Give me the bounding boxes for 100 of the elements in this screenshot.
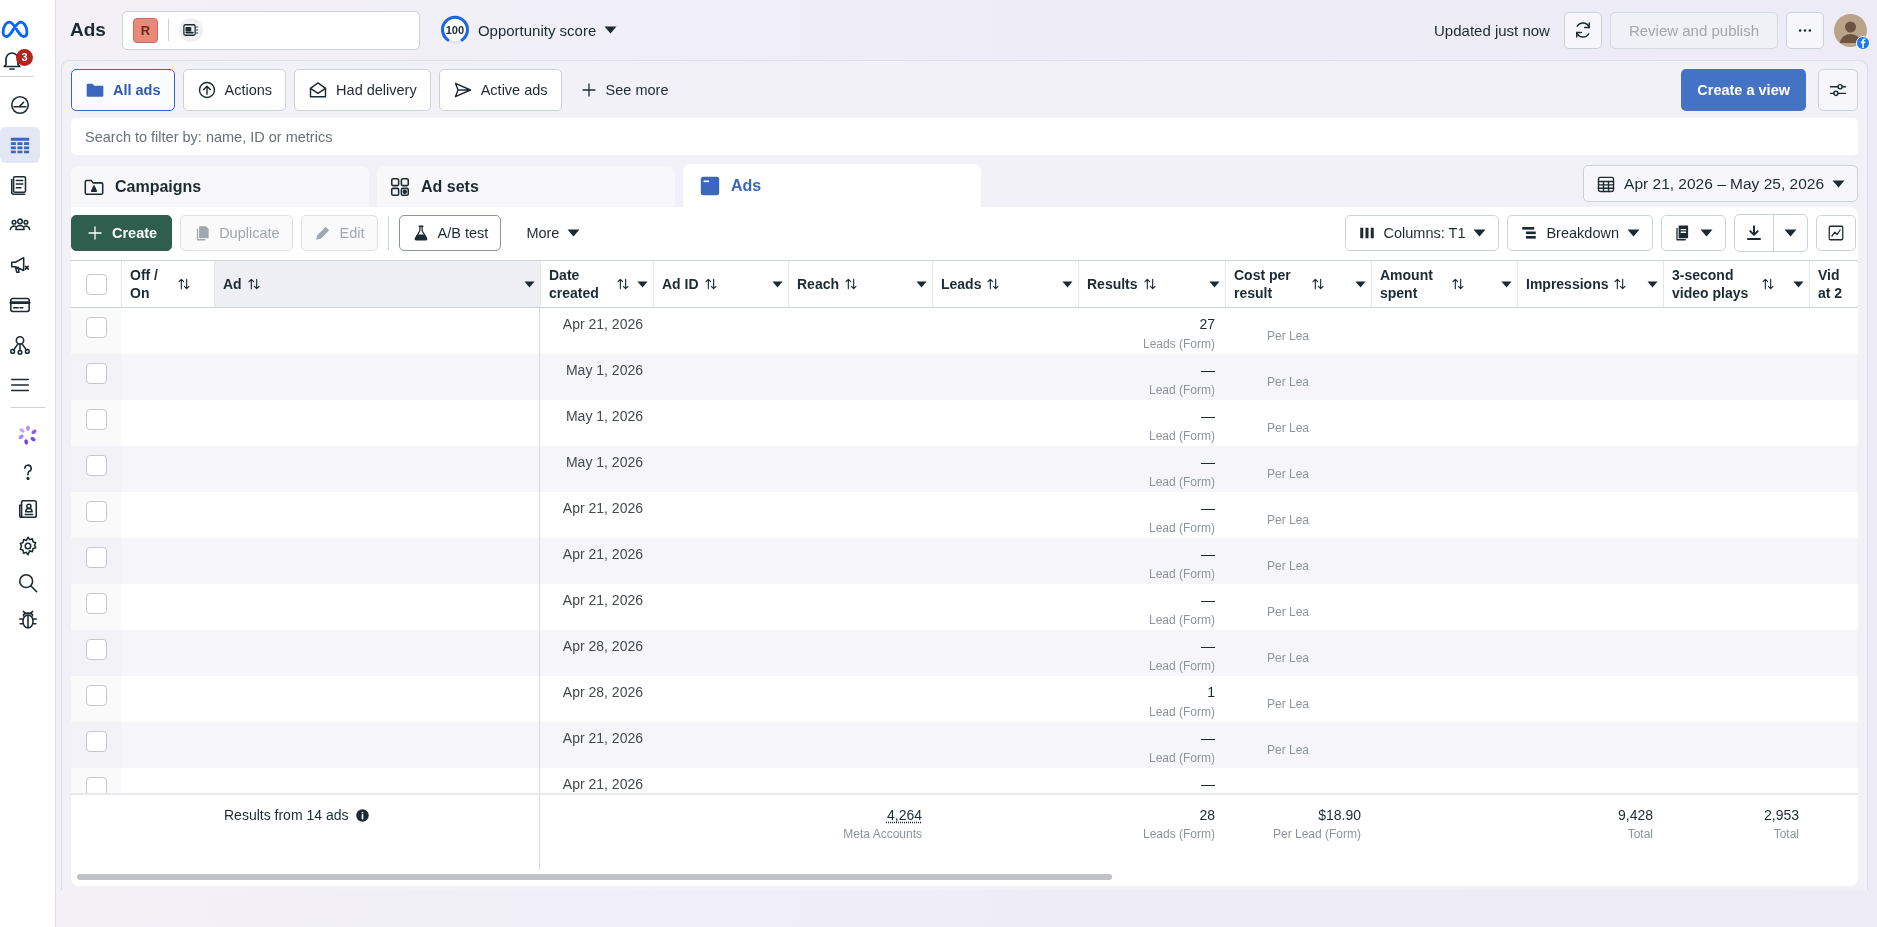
- impressions-total: 9,428: [1616, 807, 1653, 824]
- page-title: Ads: [70, 19, 106, 41]
- column-header[interactable]: Leads: [932, 261, 1078, 307]
- date-created: May 1, 2026: [565, 362, 643, 378]
- date-created: Apr 21, 2026: [562, 500, 643, 516]
- column-header[interactable]: Vid at 2: [1809, 261, 1855, 307]
- table-row[interactable]: Apr 21, 2026 — Lead (Form) Per Lea: [71, 538, 1858, 584]
- sort-icon: [843, 276, 860, 292]
- cost-note: Per Lea: [1266, 651, 1311, 665]
- create-view-button[interactable]: Create a view: [1681, 69, 1806, 111]
- caret-icon: [1501, 280, 1512, 288]
- cost-note: Per Lea: [1266, 375, 1311, 389]
- paper-plane-icon: [452, 80, 473, 100]
- more-icon: [1798, 28, 1812, 32]
- date-created: Apr 28, 2026: [562, 684, 643, 700]
- level-tab[interactable]: Ad sets: [377, 166, 675, 207]
- column-header[interactable]: Results: [1078, 261, 1225, 307]
- create-button[interactable]: Create: [71, 215, 173, 251]
- cost-note: Per Lea: [1266, 329, 1311, 343]
- caret-icon: [1473, 229, 1487, 237]
- column-header[interactable]: Ad ID: [653, 261, 788, 307]
- row-checkbox[interactable]: [85, 685, 107, 706]
- view-chip[interactable]: Had delivery: [294, 69, 431, 111]
- date-created: May 1, 2026: [565, 454, 643, 470]
- row-checkbox[interactable]: [85, 363, 107, 384]
- table-row[interactable]: Apr 21, 2026 — Lead (Form) Per Lea: [71, 722, 1858, 768]
- row-checkbox[interactable]: [85, 409, 107, 430]
- refresh-button[interactable]: [1563, 11, 1602, 49]
- cost-note: Per Lea: [1266, 697, 1311, 711]
- pencil-icon: [313, 224, 332, 242]
- level-tab[interactable]: Campaigns: [71, 166, 369, 207]
- cost-note: Per Lea: [1266, 467, 1311, 481]
- column-header[interactable]: Impressions: [1517, 261, 1663, 307]
- column-header[interactable]: Ad: [214, 261, 540, 307]
- ab-test-button[interactable]: A/B test: [398, 215, 502, 251]
- results-total-note: Leads (Form): [1141, 827, 1215, 842]
- date-created: Apr 21, 2026: [562, 316, 643, 332]
- table-row[interactable]: May 1, 2026 — Lead (Form) Per Lea: [71, 354, 1858, 400]
- megaphone-icon: [9, 254, 31, 276]
- update-status: Updated just now: [1434, 21, 1550, 39]
- network-icon: [9, 334, 31, 356]
- caret-icon: [1700, 229, 1713, 237]
- horizontal-scrollbar[interactable]: [77, 874, 1112, 881]
- column-header[interactable]: Amount spent: [1371, 261, 1517, 307]
- view-chip[interactable]: All ads: [71, 69, 175, 111]
- sort-icon: [176, 276, 192, 292]
- view-settings-button[interactable]: [1818, 69, 1858, 111]
- row-checkbox[interactable]: [85, 731, 107, 752]
- sort-icon: [1450, 276, 1466, 292]
- cost-note: Per Lea: [1266, 513, 1311, 527]
- dashboard-icon: [9, 94, 31, 116]
- sort-icon: [702, 276, 719, 292]
- search-icon: [16, 572, 39, 594]
- envelope-icon: [308, 80, 329, 100]
- reports-button[interactable]: [1661, 215, 1726, 251]
- column-header[interactable]: Date created: [540, 261, 653, 307]
- row-checkbox[interactable]: [85, 455, 107, 476]
- more-dropdown[interactable]: More: [513, 215, 594, 251]
- caret-icon: [1784, 229, 1797, 237]
- date-created: Apr 28, 2026: [562, 638, 643, 654]
- table-row[interactable]: Apr 21, 2026 —: [71, 768, 1858, 794]
- row-checkbox[interactable]: [85, 501, 107, 522]
- date-created: Apr 21, 2026: [562, 776, 643, 792]
- result-type: Lead (Form): [1147, 475, 1215, 489]
- row-checkbox[interactable]: [85, 317, 107, 338]
- table-row[interactable]: May 1, 2026 — Lead (Form) Per Lea: [71, 446, 1858, 492]
- date-created: Apr 21, 2026: [562, 592, 643, 608]
- reach-total-note: Meta Accounts: [842, 827, 922, 842]
- date-range-button[interactable]: Apr 21, 2026 – May 25, 2026: [1583, 165, 1858, 202]
- view-chip[interactable]: Active ads: [438, 69, 562, 111]
- search-field[interactable]: Search to filter by: name, ID or metrics: [71, 118, 1858, 155]
- select-all-checkbox[interactable]: [85, 273, 107, 295]
- results-value: —: [1200, 362, 1215, 379]
- results-total: 28: [1198, 807, 1215, 824]
- caret-icon: [1355, 280, 1366, 288]
- table-row[interactable]: Apr 28, 2026 — Lead (Form) Per Lea: [71, 630, 1858, 676]
- row-checkbox[interactable]: [85, 547, 107, 568]
- caret-icon: [524, 280, 535, 288]
- chart-button[interactable]: [1816, 215, 1856, 251]
- results-value: —: [1200, 776, 1215, 793]
- caret-icon: [916, 280, 927, 288]
- table-button[interactable]: [0, 127, 40, 163]
- view-chip[interactable]: Actions: [182, 69, 287, 111]
- row-checkbox[interactable]: [85, 639, 107, 660]
- column-header[interactable]: Cost per result: [1225, 261, 1371, 307]
- level-tab[interactable]: Ads: [683, 164, 981, 207]
- see-more-button[interactable]: See more: [569, 81, 679, 99]
- chart-icon: [1827, 224, 1845, 242]
- row-checkbox[interactable]: [85, 593, 107, 614]
- sort-icon: [615, 276, 631, 292]
- results-value: 1: [1206, 684, 1215, 701]
- columns-button[interactable]: Columns: T1: [1344, 215, 1500, 251]
- opportunity-score-dropdown[interactable]: Opportunity score: [477, 21, 618, 39]
- download-icon: [1745, 224, 1763, 242]
- account-selector[interactable]: R: [121, 10, 420, 50]
- row-checkbox[interactable]: [85, 777, 107, 794]
- breakdown-button[interactable]: Breakdown: [1507, 215, 1653, 251]
- column-header[interactable]: Reach: [788, 261, 932, 307]
- score-value: 100: [445, 24, 465, 36]
- column-header[interactable]: 3-second video plays: [1663, 261, 1809, 307]
